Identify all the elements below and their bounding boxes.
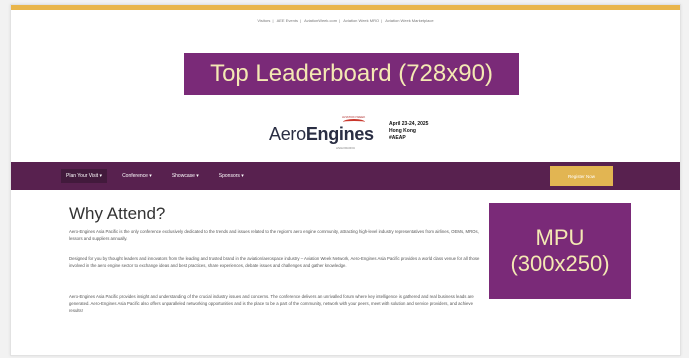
mpu-size: (300x250) [510, 251, 610, 276]
logo-name-light: Aero [269, 124, 306, 144]
top-link[interactable]: Aviation Week Marketplace [385, 18, 433, 23]
body-paragraph: Aero-Engines Asia Pacific provides insig… [69, 294, 474, 313]
nav-conference[interactable]: Conference ▾ [117, 169, 157, 183]
top-leaderboard-ad[interactable]: Top Leaderboard (728x90) [184, 53, 519, 95]
body-paragraph: Designed for you by thought leaders and … [69, 256, 480, 268]
logo-name-bold: Engines [305, 124, 374, 144]
page-title: Why Attend? [69, 204, 166, 223]
mpu-label: MPU [535, 225, 585, 250]
logo-subtitle: ASIA PACIFIC [336, 146, 356, 150]
logo-tagline: AVIATION WEEK [342, 115, 366, 119]
top-accent-bar [11, 5, 680, 10]
top-link[interactable]: AEE Events [277, 18, 298, 23]
nav-plan-your-visit[interactable]: Plan Your Visit ▾ [61, 169, 108, 183]
top-link[interactable]: AviationWeek.com [304, 18, 337, 23]
event-logo[interactable]: AVIATION WEEK AeroEngines ASIA PACIFIC A… [261, 113, 501, 153]
top-links: Visitors | AEE Events | AviationWeek.com | … [257, 18, 434, 23]
event-dates: April 23-24, 2025 [389, 121, 429, 127]
nav-sponsors[interactable]: Sponsors ▾ [214, 169, 249, 183]
event-info: April 23-24, 2025 Hong Kong #AEAP [389, 121, 428, 142]
nav-showcase[interactable]: Showcase ▾ [167, 169, 204, 183]
event-location: Hong Kong [389, 128, 416, 134]
event-hashtag: #AEAP [389, 135, 406, 141]
body-paragraph: Aero-Engines Asia Pacific is the only co… [69, 229, 479, 241]
top-link[interactable]: Visitors [257, 18, 270, 23]
page-frame: Visitors | AEE Events | AviationWeek.com | … [10, 4, 681, 356]
top-link[interactable]: Aviation Week MRO [343, 18, 379, 23]
mpu-ad[interactable]: MPU (300x250) [489, 203, 631, 299]
logo-wordmark: AeroEngines [269, 124, 374, 145]
register-button[interactable]: Register Now [550, 166, 613, 186]
main-nav: Plan Your Visit ▾ Conference ▾ Showcase … [11, 162, 680, 190]
